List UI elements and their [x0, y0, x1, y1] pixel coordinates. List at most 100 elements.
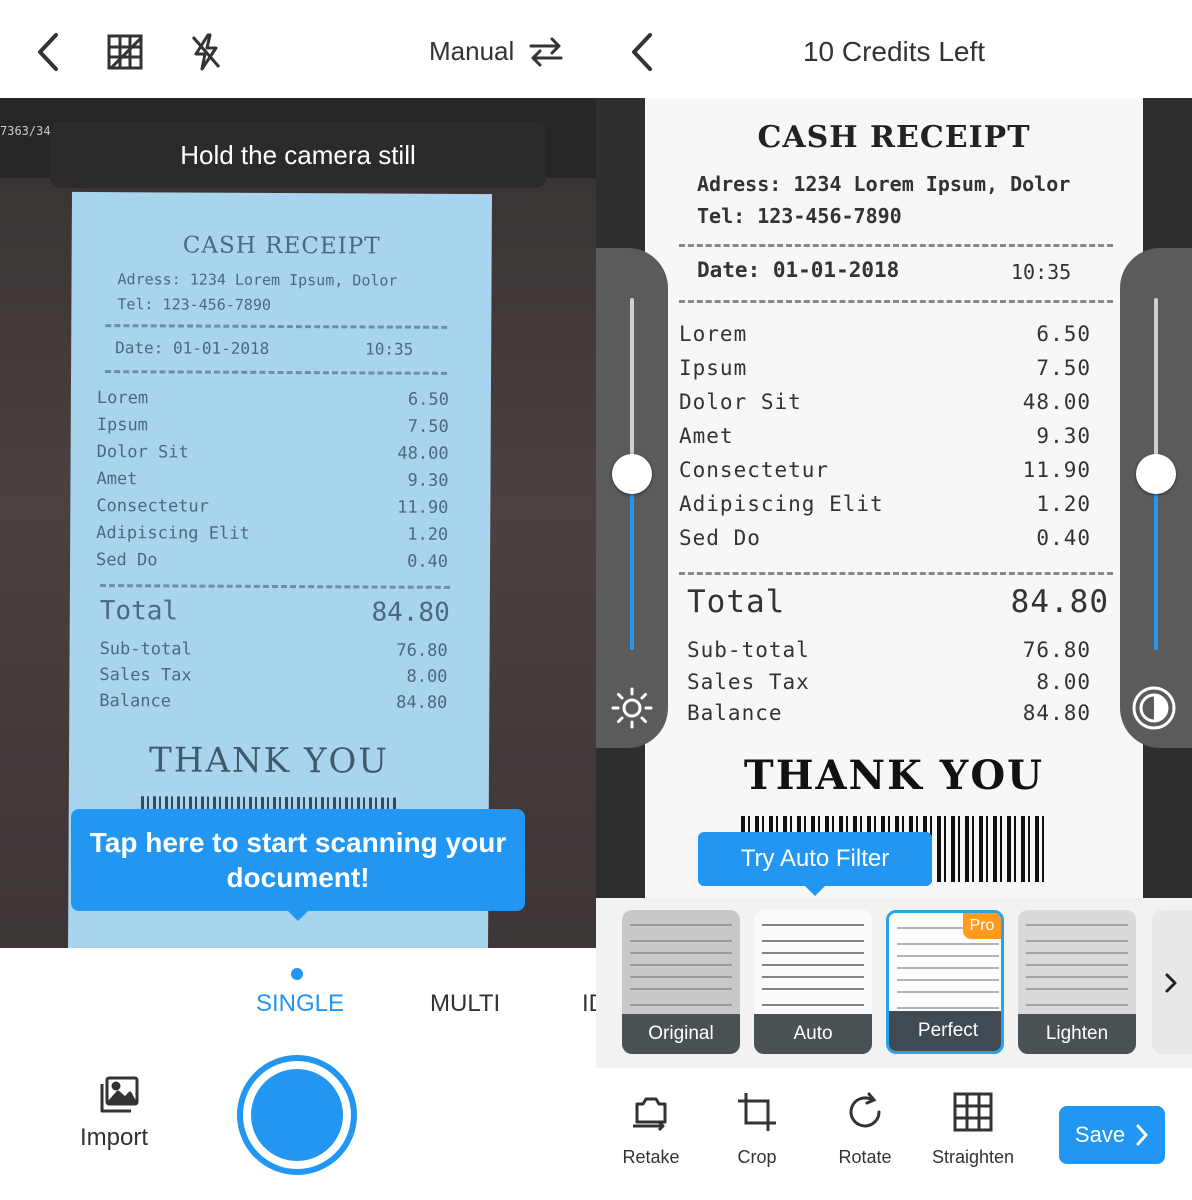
crop-label: Crop [737, 1147, 777, 1167]
item-price: 11.90 [397, 497, 449, 518]
crop-icon [738, 1093, 776, 1131]
item-price: 7.50 [1036, 356, 1091, 380]
item-price: 11.90 [1022, 458, 1091, 482]
receipt-item: Dolor Sit 48.00 [97, 442, 449, 464]
rotate-button[interactable]: Rotate [810, 1090, 920, 1168]
straighten-button[interactable]: Straighten [918, 1090, 1028, 1168]
start-scanning-tip[interactable]: Tap here to start scanning your document… [71, 809, 525, 921]
brightness-icon [608, 684, 656, 732]
straighten-label: Straighten [931, 1147, 1015, 1167]
grid-off-icon[interactable] [102, 30, 148, 74]
subtotal-name: Sub-total [99, 639, 192, 660]
receipt-tel: Tel: 123-456-7890 [697, 204, 902, 228]
total-label: Total [687, 584, 786, 620]
retake-icon [633, 1097, 667, 1132]
receipt-thanks: THANK YOU [743, 752, 1045, 799]
capture-mode-label[interactable]: Manual [429, 36, 514, 67]
retake-button[interactable]: Retake [596, 1090, 706, 1168]
filter-lighten[interactable]: Lighten [1018, 910, 1136, 1054]
receipt-address: Adress: 1234 Lorem Ipsum, Dolor [697, 172, 1071, 196]
item-price: 0.40 [1036, 526, 1091, 550]
item-name: Ipsum [679, 356, 748, 380]
tab-single[interactable]: SINGLE [256, 990, 344, 1018]
shutter-inner [251, 1069, 343, 1161]
subtotal-name: Sales Tax [99, 665, 192, 686]
receipt-subtotal: Sub-total 76.80 [100, 639, 448, 661]
item-price: 9.30 [407, 470, 449, 491]
camera-viewfinder[interactable]: 7363/349 CASH RECEIPT Adress: 1234 Lorem… [0, 98, 596, 948]
save-label: Save [1074, 1122, 1126, 1147]
rotate-label: Rotate [838, 1147, 892, 1167]
filter-label: Perfect [889, 1011, 1001, 1051]
item-price: 6.50 [407, 389, 449, 410]
total-value: 84.80 [1010, 584, 1109, 620]
filter-strip: Original Auto Pro Perfect Lighten [596, 898, 1192, 1068]
contrast-slider-handle[interactable] [1136, 454, 1176, 494]
tab-multi[interactable]: MULTI [430, 990, 500, 1018]
import-label[interactable]: Import [80, 1124, 148, 1152]
item-name: Sed Do [96, 550, 158, 571]
hold-still-hint: Hold the camera still [50, 122, 546, 188]
document-preview: CASH RECEIPT Adress: 1234 Lorem Ipsum, D… [596, 98, 1192, 898]
back-icon[interactable] [28, 28, 68, 76]
filter-thumbnail [1018, 910, 1136, 1014]
receipt-item: Lorem 6.50 [679, 322, 1091, 346]
receipt-subtotal: Sub-total 76.80 [687, 638, 1091, 662]
item-name: Dolor Sit [679, 390, 802, 414]
filter-auto[interactable]: Auto [754, 910, 872, 1054]
camera-screen: Manual 7363/349 CASH RECEIPT Adress: 123… [0, 0, 596, 1200]
subtotal-value: 8.00 [1036, 670, 1091, 694]
chevron-right-icon [1136, 1124, 1148, 1146]
item-price: 48.00 [397, 443, 449, 464]
subtotal-name: Balance [687, 701, 783, 725]
receipt-item: Amet 9.30 [679, 424, 1091, 448]
receipt-subtotal: Sales Tax 8.00 [687, 670, 1091, 694]
item-name: Ipsum [96, 415, 149, 436]
grid-icon [953, 1092, 993, 1132]
filter-perfect[interactable]: Pro Perfect [886, 910, 1004, 1054]
edit-screen: 10 Credits Left CASH RECEIPT Adress: 123… [596, 0, 1192, 1200]
item-name: Consectetur [679, 458, 830, 482]
divider [679, 300, 1113, 303]
receipt-title: CASH RECEIPT [757, 120, 1031, 155]
filter-original[interactable]: Original [622, 910, 740, 1054]
receipt-total: Total 84.80 [687, 584, 1109, 620]
divider [679, 572, 1113, 575]
receipt-title: CASH RECEIPT [182, 232, 381, 260]
item-price: 7.50 [407, 416, 449, 437]
shutter-button[interactable] [237, 1055, 357, 1175]
item-name: Sed Do [679, 526, 761, 550]
subtotal-name: Sales Tax [687, 670, 810, 694]
divider [105, 324, 448, 329]
brightness-slider-handle[interactable] [612, 454, 652, 494]
subtotal-value: 84.80 [396, 692, 448, 713]
chevron-right-icon[interactable] [1158, 968, 1184, 998]
receipt-item: Dolor Sit 48.00 [679, 390, 1091, 414]
receipt-time: 10:35 [365, 339, 414, 359]
gallery-icon[interactable] [96, 1074, 142, 1116]
item-name: Adipiscing Elit [96, 523, 250, 544]
subtotal-value: 8.00 [406, 666, 448, 687]
item-name: Amet [679, 424, 734, 448]
subtotal-name: Balance [99, 691, 172, 712]
receipt-tel: Tel: 123-456-7890 [117, 295, 271, 314]
crop-button[interactable]: Crop [702, 1090, 812, 1168]
total-label: Total [99, 596, 179, 627]
filter-thumbnail [622, 910, 740, 1014]
total-value: 84.80 [371, 597, 450, 628]
receipt-item: Lorem 6.50 [97, 388, 449, 410]
auto-filter-tip[interactable]: Try Auto Filter [698, 832, 932, 896]
flash-off-icon[interactable] [184, 30, 228, 74]
receipt-subtotal: Balance 84.80 [687, 701, 1091, 725]
receipt-item: Adipiscing Elit 1.20 [96, 523, 448, 545]
receipt-subtotal: Sales Tax 8.00 [99, 665, 447, 687]
item-name: Lorem [679, 322, 748, 346]
filter-label: Auto [754, 1014, 872, 1054]
brightness-slider-fill [630, 474, 634, 650]
swap-icon[interactable] [526, 32, 566, 72]
receipt-total: Total 84.80 [100, 596, 450, 628]
item-price: 6.50 [1036, 322, 1091, 346]
subtotal-value: 76.80 [1022, 638, 1091, 662]
save-button[interactable]: Save [1059, 1106, 1165, 1164]
tab-id[interactable]: ID [582, 990, 596, 1018]
